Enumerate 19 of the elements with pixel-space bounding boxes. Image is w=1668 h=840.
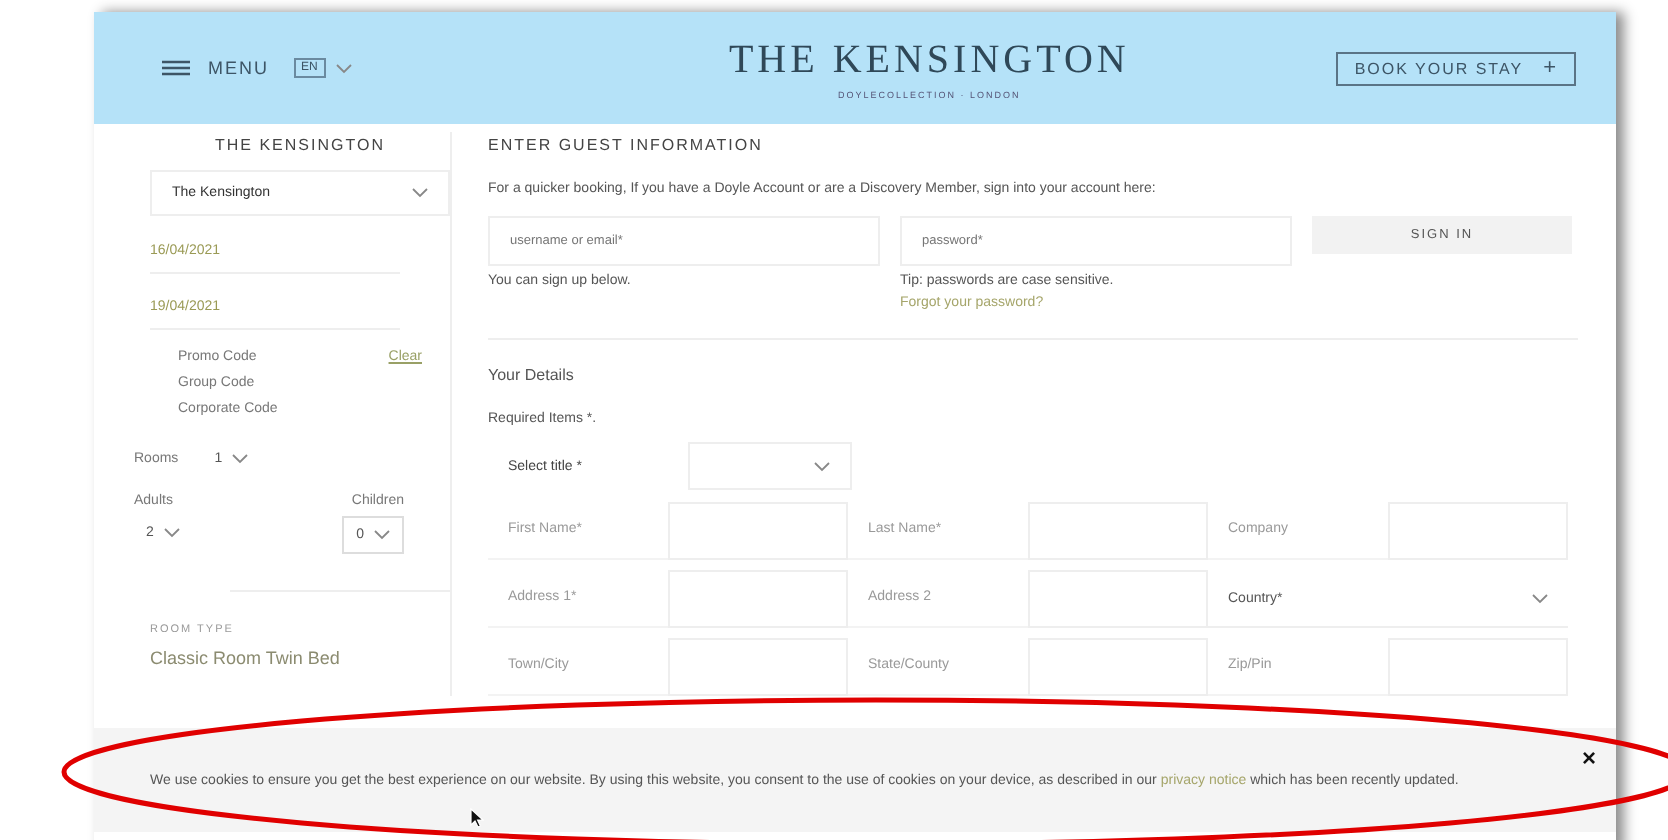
chevron-down-icon [814, 461, 830, 471]
chevron-down-icon [1532, 593, 1548, 603]
chevron-down-icon [232, 454, 249, 464]
menu-icon [162, 60, 190, 76]
section-heading: ENTER GUEST INFORMATION [488, 136, 765, 154]
close-button[interactable]: × [1581, 744, 1596, 772]
input-field[interactable] [668, 638, 848, 696]
room-type-value: Classic Room Twin Bed [150, 648, 342, 668]
input-field[interactable] [1028, 638, 1208, 696]
hotel-logo[interactable]: THE KENSINGTON [728, 37, 1130, 83]
chevron-down-icon [163, 528, 180, 538]
hotel-name-heading: THE KENSINGTON [213, 136, 387, 154]
details-heading: Your Details [488, 366, 576, 384]
menu-button[interactable]: MENU [162, 58, 269, 78]
book-your-stay-button[interactable]: BOOK YOUR STAY + [1336, 51, 1576, 85]
chevron-down-icon [412, 188, 428, 198]
chevron-down-icon [374, 530, 390, 540]
chevron-down-icon [335, 63, 352, 73]
title-select[interactable] [688, 442, 852, 490]
